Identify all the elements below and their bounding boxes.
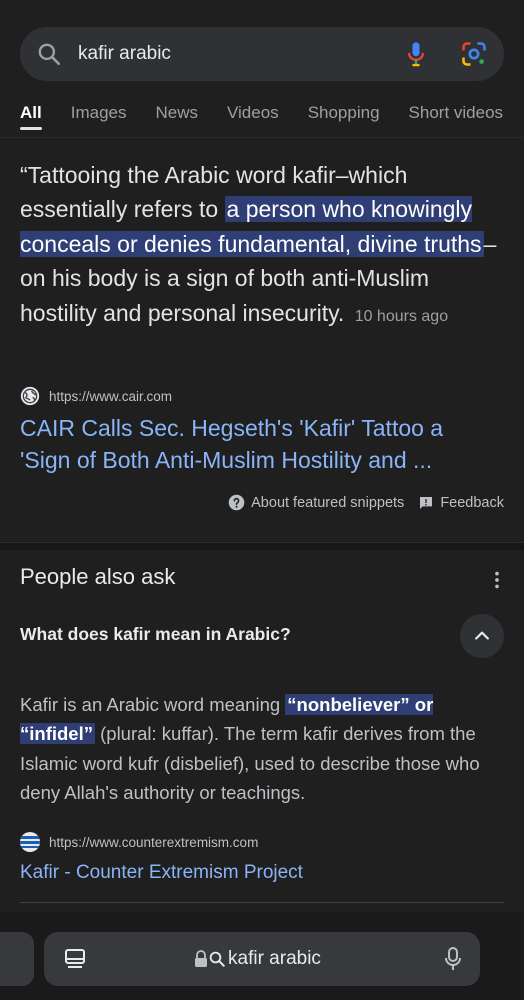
- search-results-page: kafir arabic All Images News Videos Shop…: [0, 0, 524, 1000]
- about-featured-snippets-button[interactable]: About featured snippets: [228, 494, 404, 511]
- search-input[interactable]: kafir arabic: [78, 43, 402, 65]
- answer-source-url[interactable]: https://www.counterextremism.com: [49, 835, 258, 850]
- feedback-icon: [420, 496, 433, 509]
- people-also-ask-heading: People also ask: [20, 564, 176, 589]
- section-divider: [0, 542, 524, 550]
- chevron-up-icon: [475, 631, 489, 640]
- feedback-label: Feedback: [440, 494, 504, 511]
- address-bar[interactable]: kafir arabic: [44, 932, 480, 986]
- tabs-icon[interactable]: [64, 947, 86, 971]
- answer-link-title[interactable]: Kafir - Counter Extremism Project: [20, 862, 303, 884]
- lens-icon[interactable]: [460, 40, 488, 68]
- tab-short-videos[interactable]: Short videos: [409, 100, 504, 137]
- mic-small-icon[interactable]: [442, 946, 464, 972]
- tab-news[interactable]: News: [155, 100, 198, 137]
- globe-icon: [20, 386, 40, 406]
- answer-source[interactable]: https://www.counterextremism.com: [20, 832, 258, 852]
- snippet-time: 10 hours ago: [354, 307, 449, 325]
- feedback-button[interactable]: Feedback: [418, 495, 504, 511]
- browser-bottom-bar: kafir arabic: [0, 912, 524, 1000]
- snippet-source-url[interactable]: https://www.cair.com: [49, 389, 172, 404]
- search-icon[interactable]: [36, 41, 62, 67]
- help-circle-icon: [228, 494, 245, 511]
- flag-icon: [20, 832, 40, 852]
- paa-answer: Kafir is an Arabic word meaning “nonbeli…: [20, 690, 500, 807]
- paa-question[interactable]: What does kafir mean in Arabic?: [20, 624, 291, 645]
- previous-tab-pill[interactable]: [0, 932, 34, 986]
- snippet-source[interactable]: https://www.cair.com: [20, 386, 172, 406]
- about-featured-snippets-label: About featured snippets: [251, 494, 405, 511]
- featured-snippet-text: “Tattooing the Arabic word kafir–which e…: [20, 158, 510, 334]
- address-text: kafir arabic: [228, 948, 321, 969]
- mic-icon[interactable]: [402, 40, 430, 68]
- tab-videos[interactable]: Videos: [227, 100, 279, 137]
- tab-shopping[interactable]: Shopping: [308, 100, 380, 137]
- lock-icon: [195, 950, 207, 967]
- tab-all[interactable]: All: [20, 100, 42, 137]
- snippet-result-title[interactable]: CAIR Calls Sec. Hegseth's 'Kafir' Tattoo…: [20, 412, 490, 476]
- snippet-footer: About featured snippets Feedback: [228, 494, 504, 511]
- search-small-icon: [209, 951, 225, 967]
- more-vert-icon[interactable]: [486, 569, 508, 591]
- tab-images[interactable]: Images: [71, 100, 127, 137]
- list-separator: [20, 902, 504, 903]
- search-tabs: All Images News Videos Shopping Short vi…: [0, 100, 524, 138]
- search-bar[interactable]: kafir arabic: [20, 27, 504, 81]
- address-content[interactable]: kafir arabic: [194, 948, 321, 970]
- answer-text-before: Kafir is an Arabic word meaning: [20, 694, 286, 715]
- collapse-question-button[interactable]: [460, 614, 504, 658]
